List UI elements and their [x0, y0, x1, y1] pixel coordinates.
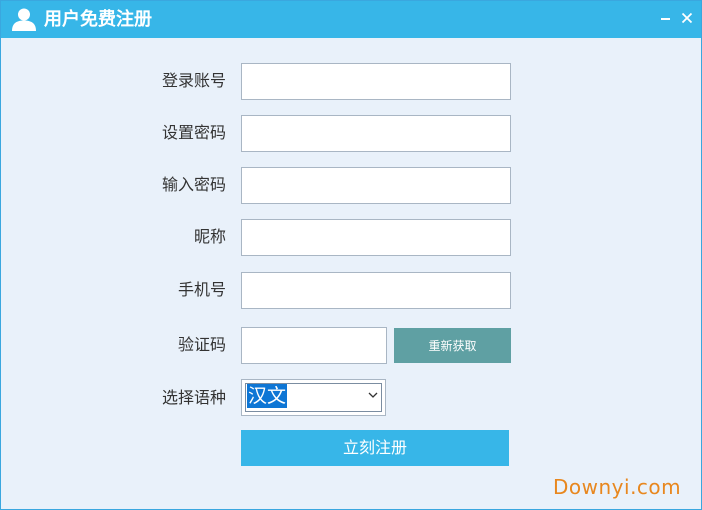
minimize-icon[interactable] — [658, 10, 674, 26]
refresh-captcha-button[interactable]: 重新获取 — [394, 328, 511, 363]
confirm-password-input[interactable] — [241, 167, 511, 204]
confirm-password-label: 输入密码 — [161, 175, 226, 194]
account-input[interactable] — [241, 63, 511, 100]
password-input[interactable] — [241, 115, 511, 152]
language-label: 选择语种 — [161, 388, 226, 407]
captcha-label: 验证码 — [177, 335, 226, 354]
phone-input[interactable] — [241, 272, 511, 309]
nickname-label: 昵称 — [193, 227, 226, 246]
chevron-down-icon — [368, 392, 378, 398]
title-bar[interactable]: 用户免费注册 — [1, 1, 701, 38]
nickname-input[interactable] — [241, 219, 511, 256]
account-label: 登录账号 — [161, 71, 226, 90]
watermark-text: Downyi.com — [553, 475, 682, 499]
captcha-input[interactable] — [241, 327, 387, 364]
phone-label: 手机号 — [177, 280, 226, 299]
language-selected-value: 汉文 — [247, 384, 288, 408]
language-select[interactable]: 汉文 — [241, 379, 386, 416]
window-title: 用户免费注册 — [44, 9, 152, 30]
user-icon — [12, 8, 36, 31]
password-label: 设置密码 — [161, 123, 226, 142]
register-window: 用户免费注册 登录账号 设置密码 输入密码 昵称 手机号 验证码 重新获取 选择… — [0, 0, 702, 510]
close-icon[interactable] — [679, 10, 695, 26]
register-button[interactable]: 立刻注册 — [241, 430, 509, 466]
